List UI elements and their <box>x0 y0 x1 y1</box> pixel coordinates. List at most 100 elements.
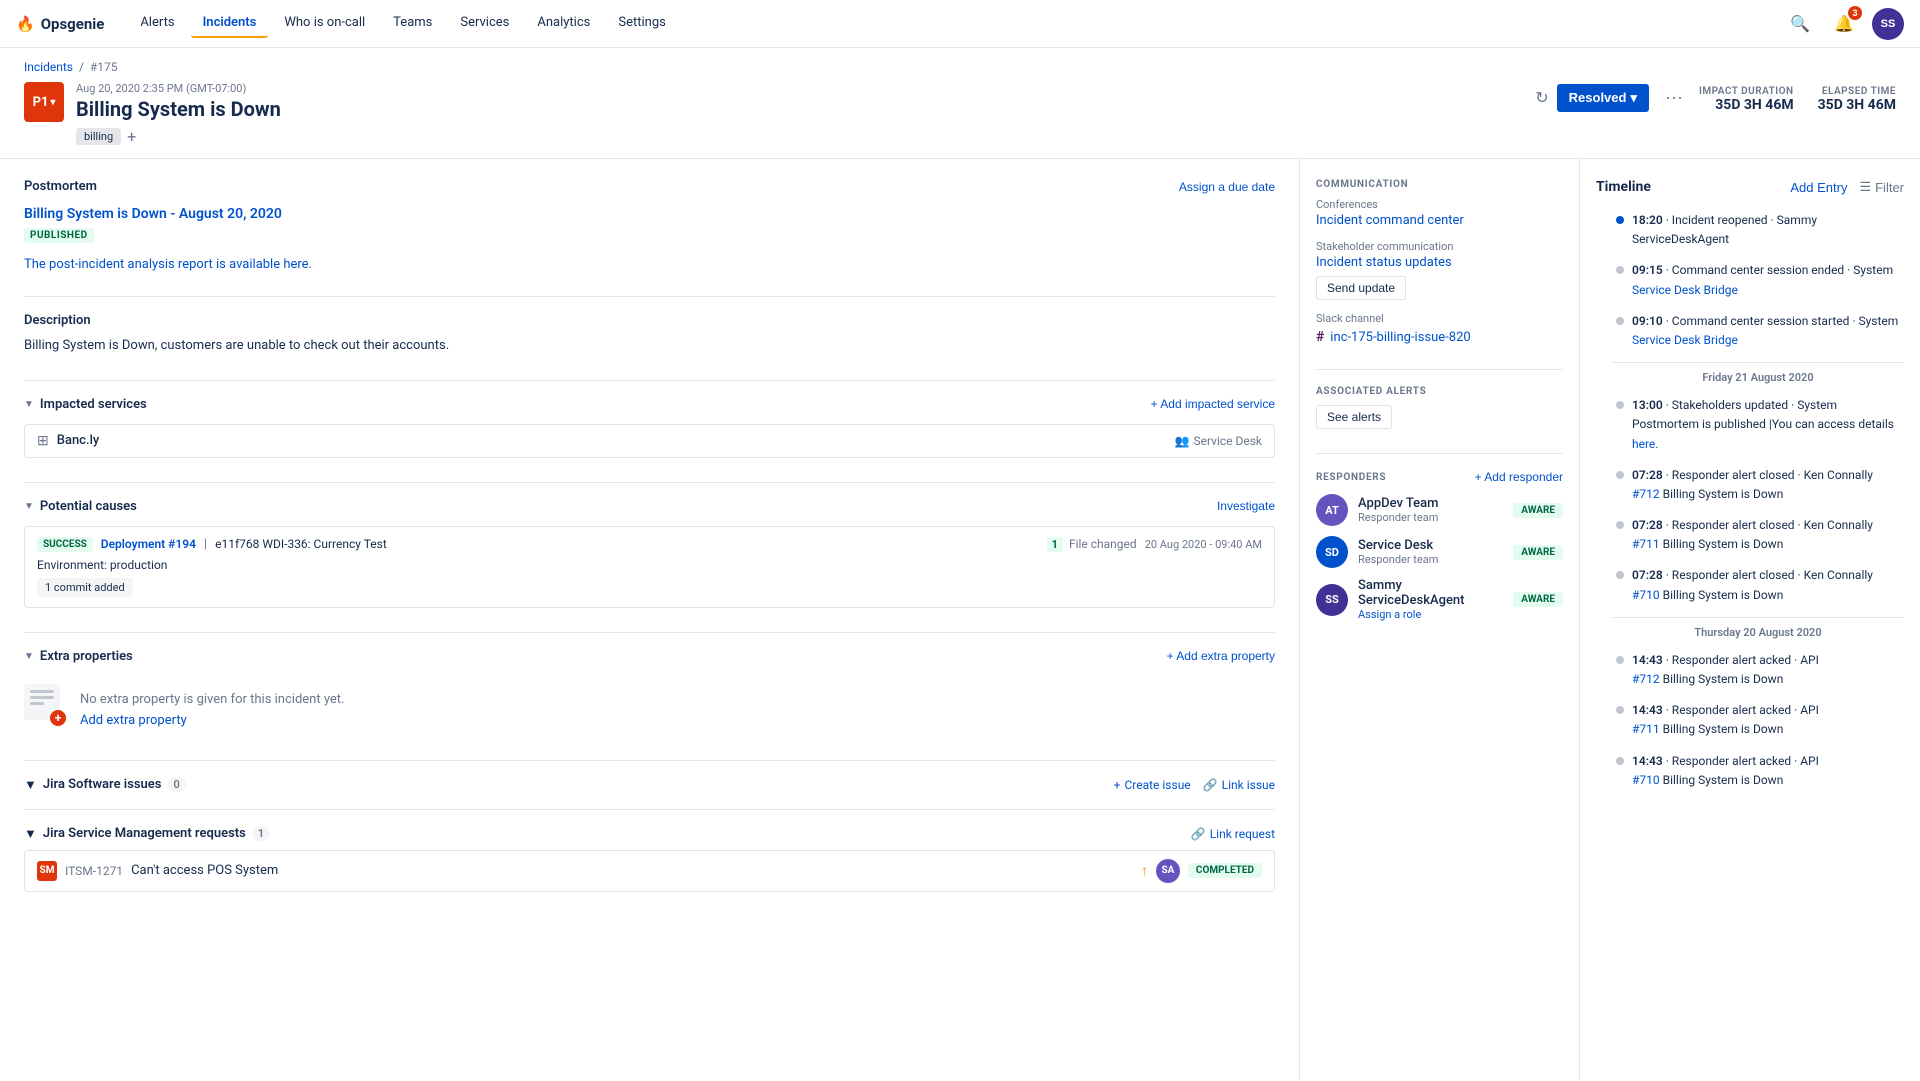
cause-description: e11f768 WDI-336: Currency Test <box>215 537 387 551</box>
nav-alerts[interactable]: Alerts <box>128 9 186 38</box>
conference-link[interactable]: Incident command center <box>1316 213 1464 228</box>
postmortem-section: Postmortem Assign a due date Billing Sys… <box>24 179 1275 272</box>
timeline-title: Timeline <box>1596 179 1651 195</box>
collapse-arrow-causes: ▼ <box>24 501 34 512</box>
timeline-content-8: 14:43 · Responder alert acked · API #711… <box>1632 701 1819 739</box>
add-responder-button[interactable]: + Add responder <box>1475 470 1563 484</box>
postmortem-link[interactable]: Billing System is Down - August 20, 2020 <box>24 206 282 222</box>
timeline-entry-4: 07:28 · Responder alert closed · Ken Con… <box>1612 466 1904 504</box>
timeline-content-0: 18:20 · Incident reopened · Sammy Servic… <box>1632 211 1904 249</box>
investigate-button[interactable]: Investigate <box>1217 499 1275 513</box>
jsm-key: ITSM-1271 <box>65 864 123 878</box>
team-icon: 👥 <box>1175 434 1190 448</box>
send-update-button[interactable]: Send update <box>1316 276 1406 300</box>
tl-alert-link-710a[interactable]: #710 <box>1632 588 1660 602</box>
tl-acked-link-712[interactable]: #712 <box>1632 672 1660 686</box>
tl-link-1[interactable]: Service Desk Bridge <box>1632 283 1738 297</box>
extra-prop-icon: + <box>24 684 64 724</box>
add-entry-button[interactable]: Add Entry <box>1790 180 1847 195</box>
center-column: COMMUNICATION Conferences Incident comma… <box>1300 159 1580 1081</box>
tl-alert-text-711: Billing System is Down <box>1660 537 1784 551</box>
timeline-entry-2: 09:10 · Command center session started ·… <box>1612 312 1904 350</box>
stakeholder-link[interactable]: Incident status updates <box>1316 255 1452 270</box>
tl-text-4: · Responder alert closed · Ken Connally <box>1666 468 1873 482</box>
potential-causes-title: Potential causes <box>40 499 137 514</box>
add-impacted-service-button[interactable]: + Add impacted service <box>1151 397 1275 411</box>
timeline-entry-8: 14:43 · Responder alert acked · API #711… <box>1612 701 1904 739</box>
tl-dot-8 <box>1616 706 1624 714</box>
jira-issues-header: ▼ Jira Software issues 0 + Create issue … <box>24 777 1275 793</box>
link-request-button[interactable]: 🔗 Link request <box>1191 827 1275 841</box>
breadcrumb-incidents[interactable]: Incidents <box>24 60 73 74</box>
extra-properties-collapse[interactable]: ▼ Extra properties <box>24 649 133 664</box>
extra-properties-header: ▼ Extra properties + Add extra property <box>24 649 1275 664</box>
slack-block: Slack channel # inc-175-billing-issue-82… <box>1316 312 1563 345</box>
create-issue-button[interactable]: + Create issue <box>1114 778 1191 792</box>
responder-avatar-2: SS <box>1316 584 1348 616</box>
deployment-link[interactable]: Deployment #194 <box>101 537 196 551</box>
potential-causes-collapse[interactable]: ▼ Potential causes <box>24 499 137 514</box>
jira-service-mgmt-title[interactable]: ▼ Jira Service Management requests 1 <box>24 826 270 842</box>
description-section: Description Billing System is Down, cust… <box>24 313 1275 356</box>
tl-time-1: 09:15 <box>1632 263 1663 277</box>
add-extra-property-button[interactable]: + Add extra property <box>1167 649 1275 663</box>
tl-dot-3 <box>1616 401 1624 409</box>
search-button[interactable]: 🔍 <box>1784 8 1816 40</box>
timeline-content-6: 07:28 · Responder alert closed · Ken Con… <box>1632 566 1873 604</box>
aware-badge-1: AWARE <box>1513 545 1563 560</box>
nav-incidents[interactable]: Incidents <box>191 9 269 38</box>
timeline-entry-9: 14:43 · Responder alert acked · API #710… <box>1612 752 1904 790</box>
divider-5 <box>24 760 1275 761</box>
jsm-count: 1 <box>252 826 270 841</box>
service-name: Banc.ly <box>57 433 1167 448</box>
see-alerts-button[interactable]: See alerts <box>1316 405 1392 429</box>
tl-acked-link-710[interactable]: #710 <box>1632 773 1660 787</box>
add-extra-property-inline[interactable]: Add extra property <box>80 713 344 728</box>
prop-line-2 <box>30 696 54 699</box>
navbar: 🔥 Opsgenie Alerts Incidents Who is on-ca… <box>0 0 1920 48</box>
nav-services[interactable]: Services <box>448 9 521 38</box>
notification-button[interactable]: 🔔 3 <box>1828 8 1860 40</box>
priority-icon: ↑ <box>1141 862 1148 879</box>
responders-header: RESPONDERS + Add responder <box>1316 470 1563 484</box>
link-issue-button[interactable]: 🔗 Link issue <box>1203 778 1275 792</box>
conferences-block: Conferences Incident command center <box>1316 198 1563 228</box>
tl-alert-link-712[interactable]: #712 <box>1632 487 1660 501</box>
responders-section: RESPONDERS + Add responder AT AppDev Tea… <box>1316 470 1563 621</box>
service-icon: ⊞ <box>37 433 49 449</box>
nav-settings[interactable]: Settings <box>606 9 677 38</box>
filter-button[interactable]: ☰ Filter <box>1859 179 1904 195</box>
divider-c2 <box>1316 453 1563 454</box>
file-count: 1 <box>1047 537 1063 552</box>
impacted-services-collapse[interactable]: ▼ Impacted services <box>24 397 147 412</box>
timeline-content-1: 09:15 · Command center session ended · S… <box>1632 261 1893 299</box>
tl-alert-link-711[interactable]: #711 <box>1632 537 1660 551</box>
slack-channel-link[interactable]: inc-175-billing-issue-820 <box>1330 330 1470 345</box>
tl-here-link[interactable]: here. <box>1632 437 1658 451</box>
nav-oncall[interactable]: Who is on-call <box>272 9 377 38</box>
more-options-button[interactable]: ··· <box>1657 83 1691 112</box>
tl-time-6: 07:28 <box>1632 568 1663 582</box>
impact-duration: IMPACT DURATION 35D 3H 46M <box>1699 86 1794 113</box>
incident-meta: Aug 20, 2020 2:35 PM (GMT-07:00) Billing… <box>76 82 281 146</box>
tl-link-2[interactable]: Service Desk Bridge <box>1632 333 1738 347</box>
refresh-button[interactable]: ↻ <box>1535 88 1548 108</box>
app-logo[interactable]: 🔥 Opsgenie <box>16 15 104 33</box>
tl-text-7: · Responder alert acked · API <box>1666 653 1819 667</box>
tl-acked-link-711[interactable]: #711 <box>1632 722 1660 736</box>
resolved-button[interactable]: Resolved ▾ <box>1557 84 1649 112</box>
responder-role-0: Responder team <box>1358 511 1503 524</box>
aware-badge-2: AWARE <box>1513 592 1563 607</box>
timeline-entry-3: 13:00 · Stakeholders updated · System Po… <box>1612 396 1904 454</box>
jira-issues-title[interactable]: ▼ Jira Software issues 0 <box>24 777 186 793</box>
assign-due-date-button[interactable]: Assign a due date <box>1179 180 1275 194</box>
link-request-icon: 🔗 <box>1191 827 1206 841</box>
postmortem-title: Postmortem <box>24 179 97 194</box>
nav-analytics[interactable]: Analytics <box>525 9 602 38</box>
nav-teams[interactable]: Teams <box>381 9 444 38</box>
postmortem-description[interactable]: The post-incident analysis report is ava… <box>24 257 1275 272</box>
user-avatar[interactable]: SS <box>1872 8 1904 40</box>
responder-role-2[interactable]: Assign a role <box>1358 608 1503 621</box>
add-tag-button[interactable]: + <box>127 127 136 146</box>
priority-badge[interactable]: P1 ▾ <box>24 82 64 122</box>
